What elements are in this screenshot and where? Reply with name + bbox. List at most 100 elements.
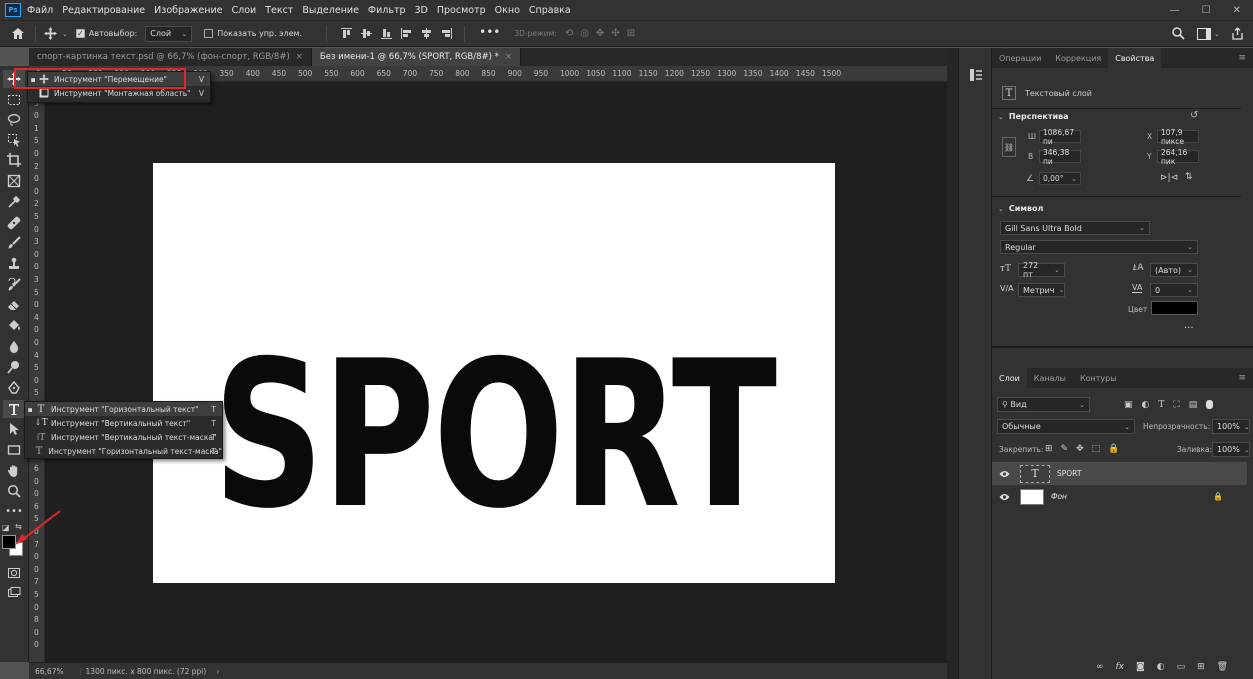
menu-select[interactable]: Выделение bbox=[302, 5, 359, 16]
link-layers-icon[interactable]: ∞ bbox=[1096, 662, 1104, 672]
lock-position-icon[interactable]: ✥ bbox=[1076, 444, 1084, 454]
tab-paths[interactable]: Контуры bbox=[1073, 368, 1124, 388]
menu-filter[interactable]: Фильтр bbox=[368, 5, 406, 16]
shape-tool-button[interactable] bbox=[3, 441, 25, 459]
tab-adjustments[interactable]: Коррекция bbox=[1048, 48, 1108, 68]
share-icon[interactable] bbox=[1232, 27, 1243, 40]
kerning-field[interactable]: Метрич ⌄ bbox=[1018, 283, 1065, 297]
minimize-button[interactable]: — bbox=[1170, 5, 1180, 16]
show-transform-checkbox[interactable] bbox=[204, 29, 214, 38]
crop-tool-button[interactable] bbox=[3, 151, 25, 169]
lock-all-icon[interactable]: 🔒 bbox=[1108, 444, 1119, 454]
panel-menu-icon[interactable]: ≡ bbox=[1231, 368, 1253, 388]
align-hcenter-icon[interactable] bbox=[421, 28, 432, 39]
angle-field[interactable]: 0,00° ⌄ bbox=[1039, 172, 1081, 185]
menu-3d[interactable]: 3D bbox=[415, 5, 428, 16]
autoselect-checkbox[interactable] bbox=[75, 29, 85, 38]
tab-layers[interactable]: Слои bbox=[992, 368, 1027, 388]
close-window-button[interactable]: ✕ bbox=[1233, 5, 1241, 16]
adjustment-layer-icon[interactable]: ◐ bbox=[1157, 662, 1165, 672]
filter-adjustment-icon[interactable]: ◐ bbox=[1142, 400, 1150, 410]
menu-type[interactable]: Текст bbox=[265, 5, 293, 16]
tab-channels[interactable]: Каналы bbox=[1027, 368, 1073, 388]
layer-row-background[interactable]: Фон 🔒 bbox=[992, 485, 1247, 508]
add-mask-icon[interactable]: ◙ bbox=[1136, 662, 1145, 672]
stamp-tool-button[interactable] bbox=[3, 255, 25, 273]
filter-toggle-icon[interactable] bbox=[1206, 400, 1214, 409]
tab-actions[interactable]: Операции bbox=[992, 48, 1048, 68]
leading-field[interactable]: (Авто) ⌄ bbox=[1150, 263, 1198, 277]
vertical-type-mask-option[interactable]: ⁞T Инструмент "Вертикальный текст-маска"… bbox=[25, 430, 222, 444]
eraser-tool-button[interactable] bbox=[3, 296, 25, 314]
search-icon[interactable] bbox=[1172, 27, 1185, 40]
text-color-swatch[interactable] bbox=[1151, 301, 1198, 315]
screen-mode-button[interactable] bbox=[3, 584, 25, 602]
align-bottom-icon[interactable] bbox=[381, 28, 393, 39]
dodge-tool-button[interactable] bbox=[3, 358, 25, 376]
maximize-button[interactable]: ☐ bbox=[1202, 5, 1211, 16]
menu-window[interactable]: Окно bbox=[495, 5, 520, 16]
reset-icon[interactable]: ↺ bbox=[1190, 110, 1198, 121]
perspective-section-header[interactable]: ⌄ Перспектива bbox=[998, 112, 1069, 121]
fill-tool-button[interactable] bbox=[3, 317, 25, 335]
flip-horizontal-icon[interactable]: ⊳|⊲ bbox=[1160, 173, 1178, 183]
more-options-icon[interactable]: ••• bbox=[479, 25, 500, 39]
layer-filter-dropdown[interactable]: ⚲ Вид ⌄ bbox=[997, 397, 1090, 412]
layer-name[interactable]: SPORT bbox=[1057, 469, 1081, 478]
font-size-field[interactable]: 272 пт ⌄ bbox=[1018, 261, 1065, 279]
align-vcenter-icon[interactable] bbox=[361, 28, 373, 39]
frame-tool-button[interactable] bbox=[3, 172, 25, 190]
align-top-icon[interactable] bbox=[341, 28, 353, 39]
tab-untitled-1[interactable]: Без имени-1 @ 66,7% (SPORT, RGB/8#) * × bbox=[311, 48, 522, 66]
chevron-down-icon[interactable]: ⌄ bbox=[62, 30, 68, 38]
healing-tool-button[interactable] bbox=[3, 214, 25, 232]
eyedropper-tool-button[interactable] bbox=[3, 193, 25, 211]
zoom-level[interactable]: 66,67% bbox=[35, 667, 79, 676]
autoselect-dropdown[interactable]: Слой ⌄ bbox=[145, 25, 193, 42]
3d-roll-icon[interactable]: ◎ bbox=[580, 28, 589, 39]
filter-shape-icon[interactable]: ⛶ bbox=[1173, 400, 1179, 410]
y-position-field[interactable]: 264,16 пик bbox=[1157, 148, 1199, 166]
chevron-right-icon[interactable]: › bbox=[216, 667, 219, 676]
3d-orbit-icon[interactable]: ⟲ bbox=[565, 28, 573, 39]
font-style-dropdown[interactable]: Regular ⌄ bbox=[1000, 240, 1198, 254]
lock-artboard-icon[interactable]: ⬚ bbox=[1092, 444, 1101, 454]
visibility-eye-icon[interactable] bbox=[992, 493, 1016, 501]
zoom-tool-button[interactable] bbox=[3, 482, 25, 500]
layer-row-sport[interactable]: T SPORT bbox=[992, 462, 1247, 485]
vertical-ruler[interactable]: 0501502002503003504004505005506006507007… bbox=[29, 82, 45, 662]
chevron-down-icon[interactable]: ⌄ bbox=[1214, 30, 1220, 38]
align-left-icon[interactable] bbox=[401, 28, 412, 39]
filter-type-icon[interactable]: T bbox=[1158, 400, 1164, 410]
delete-layer-icon[interactable]: 🗑 bbox=[1217, 662, 1228, 672]
filter-pixel-icon[interactable]: ▣ bbox=[1124, 400, 1133, 410]
type-tool-button[interactable] bbox=[3, 400, 25, 418]
tab-properties[interactable]: Свойства bbox=[1108, 48, 1162, 68]
workspace-icon[interactable] bbox=[1197, 27, 1211, 40]
lock-transparent-icon[interactable]: ⊞ bbox=[1045, 444, 1053, 454]
path-select-tool-button[interactable] bbox=[3, 420, 25, 438]
character-section-header[interactable]: ⌄ Символ bbox=[998, 204, 1043, 213]
fill-field[interactable]: 100% ⌄ bbox=[1212, 442, 1250, 457]
menu-layers[interactable]: Слои bbox=[231, 5, 256, 16]
horizontal-type-option[interactable]: ▪ T Инструмент "Горизонтальный текст" T bbox=[25, 402, 222, 416]
3d-scale-icon[interactable]: ⊞ bbox=[627, 28, 635, 39]
lock-image-icon[interactable]: ✎ bbox=[1061, 444, 1069, 454]
history-panel-icon[interactable] bbox=[969, 68, 983, 82]
document-info[interactable]: 1300 пикс. x 800 пикс. (72 ppi) bbox=[86, 667, 207, 676]
document-canvas[interactable]: SPORT bbox=[153, 163, 835, 583]
history-brush-tool-button[interactable] bbox=[3, 276, 25, 294]
layer-style-fx-icon[interactable]: fx bbox=[1116, 662, 1125, 672]
hand-tool-button[interactable] bbox=[3, 462, 25, 480]
menu-view[interactable]: Просмотр bbox=[437, 5, 486, 16]
3d-slide-icon[interactable]: ✣ bbox=[611, 28, 619, 39]
height-field[interactable]: 346,38 пи bbox=[1039, 148, 1081, 166]
move-tool-preset-icon[interactable] bbox=[42, 27, 58, 40]
new-group-icon[interactable]: ▭ bbox=[1177, 662, 1186, 672]
blend-mode-dropdown[interactable]: Обычные ⌄ bbox=[997, 419, 1135, 434]
tab-sport-psd[interactable]: спорт-картинка текст.psd @ 66,7% (фон-сп… bbox=[29, 48, 312, 66]
close-icon[interactable]: × bbox=[505, 52, 512, 62]
close-icon[interactable]: × bbox=[296, 52, 303, 62]
quick-mask-button[interactable] bbox=[3, 564, 25, 582]
sport-text-layer[interactable]: SPORT bbox=[153, 163, 835, 583]
